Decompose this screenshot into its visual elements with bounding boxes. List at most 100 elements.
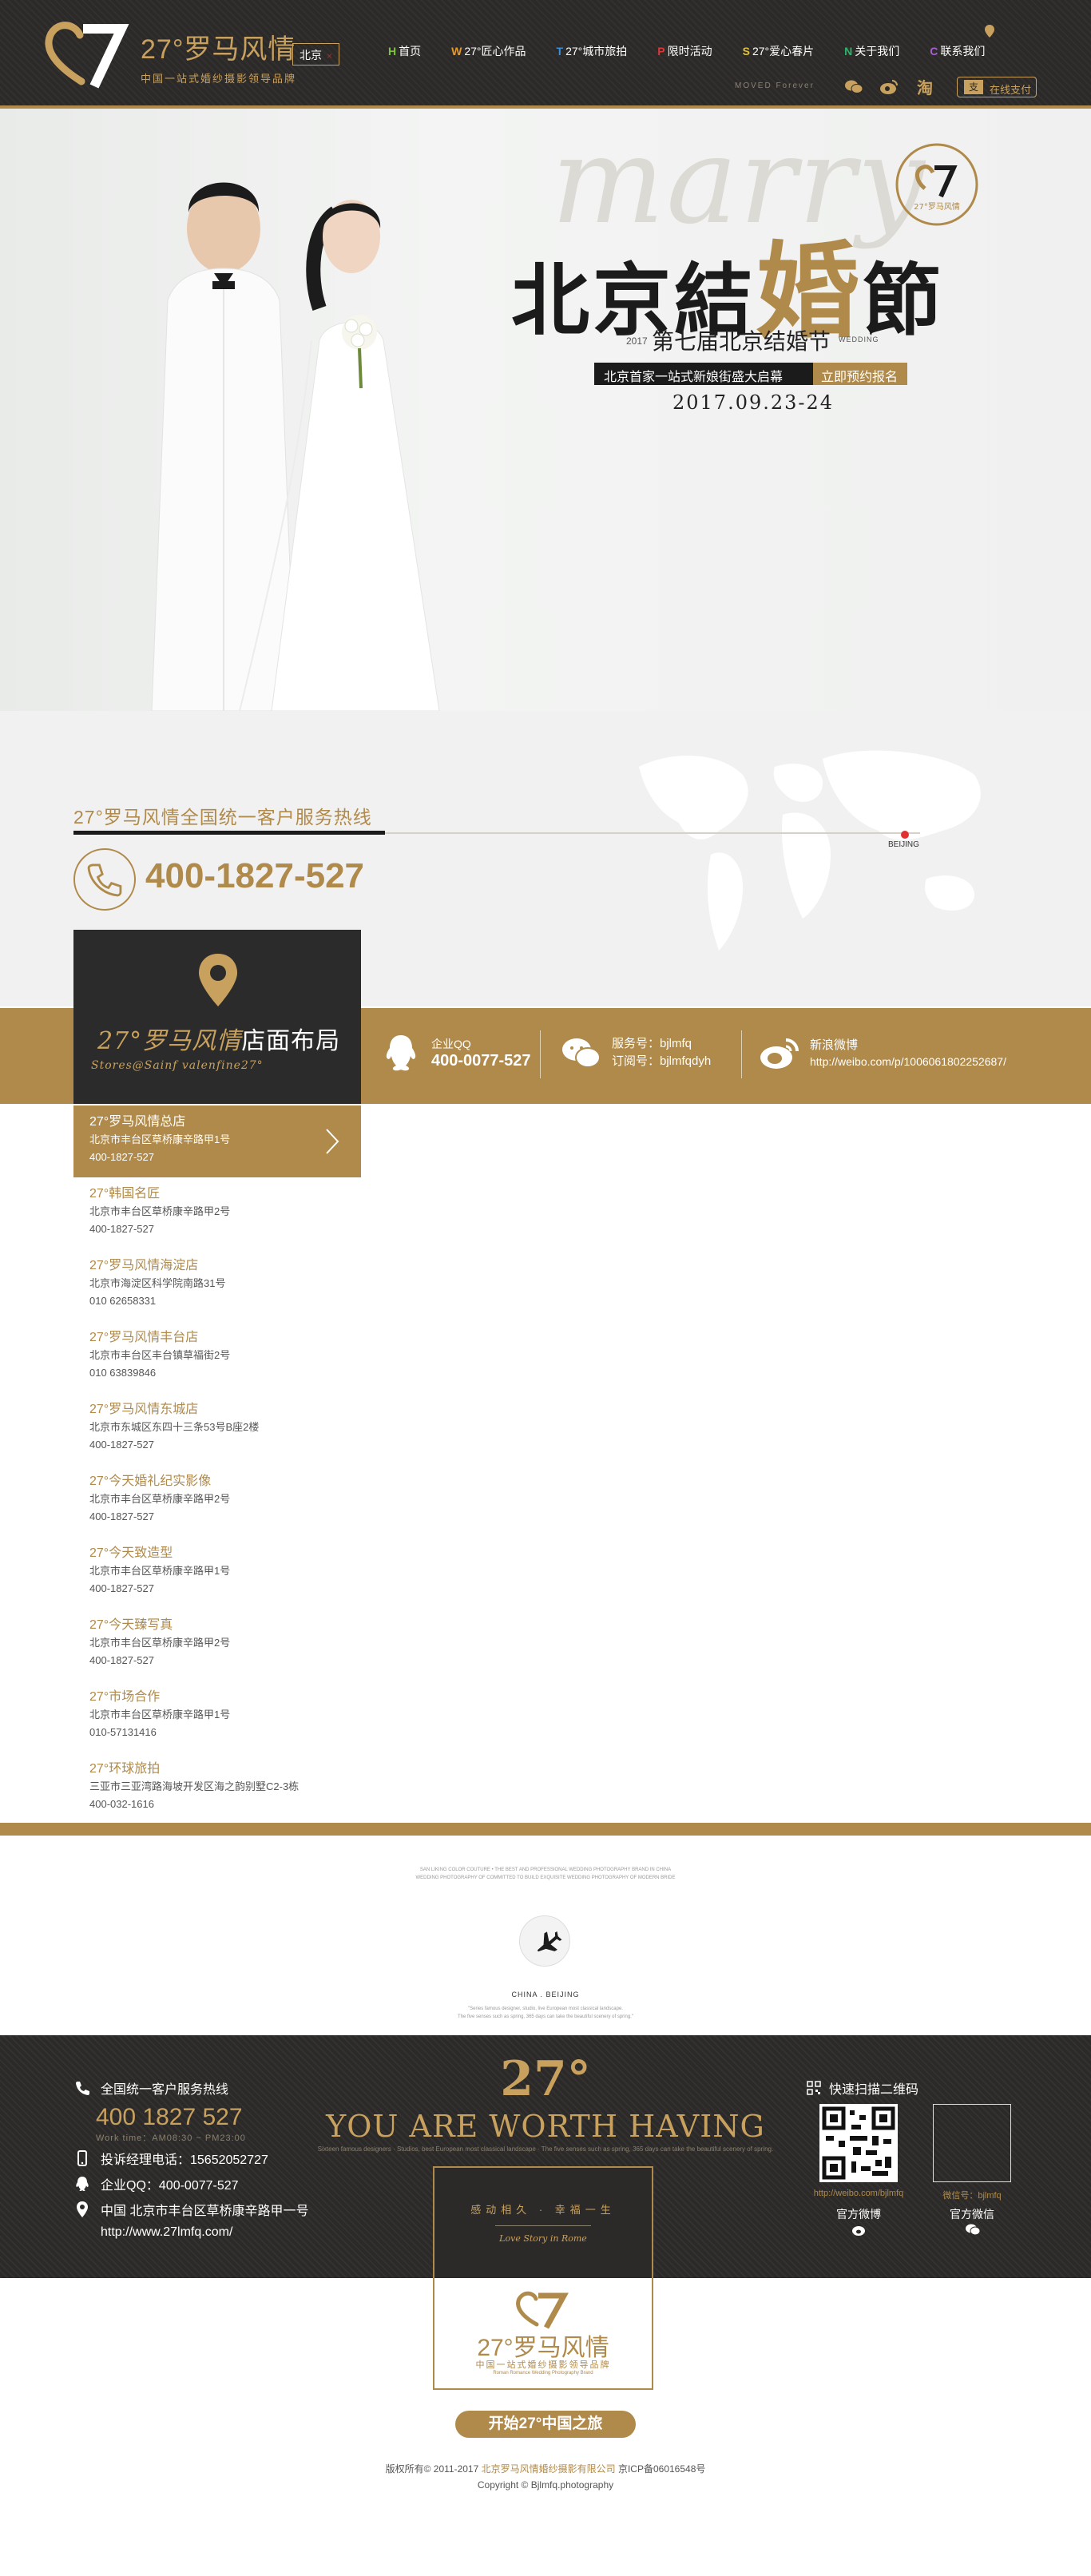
header-slogan: MOVED Forever	[735, 81, 815, 90]
city-close-icon[interactable]: ×	[327, 50, 332, 62]
phone-icon	[76, 2082, 89, 2095]
nav-item-letter: P	[657, 45, 665, 58]
mobile-icon	[77, 2150, 87, 2166]
hotline-rule-accent	[73, 831, 385, 835]
contact-separator	[540, 1030, 541, 1078]
hero-badge-name: 27°罗马风情	[914, 201, 960, 212]
weibo-qr-url[interactable]: http://weibo.com/bjlmfq	[799, 2189, 918, 2198]
store-addr: 北京市海淀区科学院南路31号	[89, 1277, 226, 1289]
logo-heart-icon[interactable]	[42, 18, 137, 89]
store-phone: 400-1827-527	[89, 1439, 154, 1451]
hotline-phone[interactable]: 400-1827-527	[145, 856, 364, 896]
wechat-subscribe: 订阅号：bjlmfqdyh	[612, 1054, 712, 1068]
store-phone: 400-1827-527	[89, 1582, 154, 1594]
footer-address: 中国 北京市丰台区草桥康辛路甲一号	[101, 2205, 309, 2218]
logo-tagline: 中国一站式婚纱摄影领导品牌	[141, 73, 297, 85]
nav-item[interactable]: T 27°城市旅拍	[557, 43, 628, 62]
store-phone: 400-1827-527	[89, 1654, 154, 1666]
store-item[interactable]: 27°市场合作 北京市丰台区草桥康辛路甲1号 010-57131416	[89, 1689, 377, 1741]
footer-card-sub2: Roman Romance Wedding Photography Brand	[493, 2371, 593, 2376]
china-beijing-label: CHINA . BEIJING	[511, 1991, 580, 1998]
travel-button[interactable]	[519, 1915, 570, 1967]
store-addr: 北京市丰台区丰台镇草福街2号	[89, 1349, 231, 1361]
airplane-icon	[537, 1931, 562, 1952]
contact-separator	[741, 1030, 742, 1078]
contact-wechat[interactable]: 服务号：bjlmfq 订阅号：bjlmfqdyh	[559, 1030, 711, 1075]
start-journey-button[interactable]: 开始27°中国之旅	[455, 2411, 636, 2438]
mid-caption-3: "Series famous designer, studio, live Eu…	[468, 2006, 623, 2011]
store-item[interactable]: 27°环球旅拍三亚市三亚湾路海坡开发区海之韵别墅C2-3栋 400-032-161…	[89, 1760, 377, 1813]
store-item[interactable]: 27°今天致造型 北京市丰台区草桥康辛路甲1号 400-1827-527	[89, 1545, 377, 1598]
wechat-icon[interactable]	[843, 77, 864, 97]
footer-complaint: 投诉经理电话：15652052727	[101, 2153, 268, 2167]
contact-qq[interactable]: 企业QQ 400-0077-527	[379, 1030, 531, 1075]
footer-card-rule	[495, 2225, 591, 2226]
footer-qq: 企业QQ：400-0077-527	[101, 2179, 239, 2193]
beijing-marker-icon	[901, 831, 909, 839]
store-item[interactable]: 27°罗马风情总店 北京市丰台区草桥康辛路甲1号 400-1827-527	[89, 1113, 377, 1166]
store-name: 27°今天致造型	[89, 1546, 173, 1560]
footer-hotline[interactable]: 400 1827 527	[96, 2104, 243, 2131]
footer-site-link[interactable]: http://www.27lmfq.com/	[101, 2225, 232, 2240]
qq-label: 企业QQ	[431, 1037, 471, 1050]
weibo-icon	[760, 1038, 799, 1069]
wechat-qr-code[interactable]	[933, 2104, 1011, 2182]
store-phone: 400-1827-527	[89, 1223, 154, 1235]
company-link[interactable]: 北京罗马风情婚纱摄影有限公司	[482, 2463, 616, 2475]
location-pin-icon	[199, 954, 237, 1006]
weibo-url[interactable]: http://weibo.com/p/1006061802252687/	[810, 1053, 1006, 1070]
store-addr: 三亚市三亚湾路海坡开发区海之韵别墅C2-3栋	[89, 1780, 300, 1792]
taobao-icon[interactable]: 淘	[915, 77, 936, 97]
weibo-qr-code[interactable]	[819, 2104, 898, 2182]
footer-brand-number: 27°	[500, 2051, 591, 2107]
nav-item[interactable]: S 27°爱心春片	[743, 43, 815, 62]
store-item[interactable]: 27°韩国名匠 北京市丰台区草桥康辛路甲2号 400-1827-527	[89, 1185, 377, 1238]
footer-hotline-row: 全国统一客户服务热线	[73, 2078, 228, 2098]
store-item[interactable]: 27°罗马风情东城店 北京市东城区东四十三条53号B座2楼 400-1827-527	[89, 1401, 377, 1454]
hero-year: 2017	[626, 335, 648, 347]
logo-heart-icon	[516, 2291, 569, 2329]
footer-complaint-row: 投诉经理电话：15652052727	[73, 2149, 268, 2168]
online-pay-button[interactable]: 支 在线支付	[957, 77, 1037, 97]
logo-text[interactable]: 27°罗马风情	[141, 27, 296, 66]
store-item[interactable]: 27°今天臻写真 北京市丰台区草桥康辛路甲2号 400-1827-527	[89, 1617, 377, 1669]
store-phone: 010-57131416	[89, 1726, 157, 1738]
store-name: 27°罗马风情总店	[89, 1115, 186, 1129]
register-button[interactable]: 立即预约报名	[813, 363, 907, 385]
store-item[interactable]: 27°罗马风情丰台店 北京市丰台区丰台镇草福街2号 010 63839846	[89, 1329, 377, 1382]
store-item[interactable]: 27°罗马风情海淀店 北京市海淀区科学院南路31号 010 62658331	[89, 1257, 377, 1310]
store-name: 27°罗马风情东城店	[89, 1403, 199, 1416]
mid-caption-2: WEDDING PHOTOGRAPHY OF COMMITTED TO BUIL…	[415, 1875, 676, 1880]
store-name: 27°市场合作	[89, 1690, 161, 1704]
store-phone: 400-032-1616	[89, 1798, 154, 1810]
svg-text:淘: 淘	[917, 78, 933, 97]
hero-date: 2017.09.23-24	[672, 391, 835, 414]
city-selector[interactable]: 北京 ×	[292, 43, 340, 65]
nav-item-letter: S	[742, 45, 750, 58]
nav-item[interactable]: H 首页	[388, 43, 421, 62]
location-pin-icon	[77, 2201, 88, 2217]
hero-subtitle: 第七届北京结婚节	[652, 328, 831, 355]
couple-photo	[151, 182, 440, 711]
mid-caption-1: SAN LIKING COLOR COUTURE • THE BEST AND …	[419, 1868, 672, 1872]
nav-item-label: 限时活动	[667, 45, 712, 58]
wechat-icon[interactable]	[965, 2222, 981, 2237]
nav-item[interactable]: N 关于我们	[844, 43, 899, 62]
nav-item[interactable]: P 限时活动	[657, 43, 712, 62]
store-addr: 北京市丰台区草桥康辛路甲2号	[89, 1205, 231, 1217]
store-layout-subtitle: Stores@Sainf valenfine27°	[91, 1059, 264, 1072]
pay-icon: 支	[964, 80, 983, 94]
footer-hotline-label: 全国统一客户服务热线	[101, 2083, 229, 2097]
qr-title: 快速扫描二维码	[807, 2078, 918, 2098]
nav-item[interactable]: C 联系我们	[930, 43, 985, 62]
footer-site-row: http://www.27lmfq.com/	[101, 2225, 232, 2240]
contact-weibo[interactable]: 新浪微博 http://weibo.com/p/1006061802252687/	[757, 1030, 1006, 1075]
store-addr: 北京市丰台区草桥康辛路甲2号	[89, 1493, 231, 1505]
nav-item[interactable]: W 27°匠心作品	[451, 43, 526, 62]
store-name: 27°环球旅拍	[89, 1762, 161, 1776]
weibo-icon[interactable]	[851, 2222, 867, 2237]
store-item[interactable]: 27°今天婚礼纪实影像 北京市丰台区草桥康辛路甲2号 400-1827-527	[89, 1473, 377, 1526]
wechat-qr-id: 微信号：bjlmfq	[942, 2191, 1002, 2201]
main-nav: H 首页 W 27°匠心作品 T 27°城市旅拍 P 限时活动 S 27°爱心春片 N 关于我们 C 联系…	[388, 43, 1027, 62]
weibo-icon[interactable]	[879, 77, 899, 97]
